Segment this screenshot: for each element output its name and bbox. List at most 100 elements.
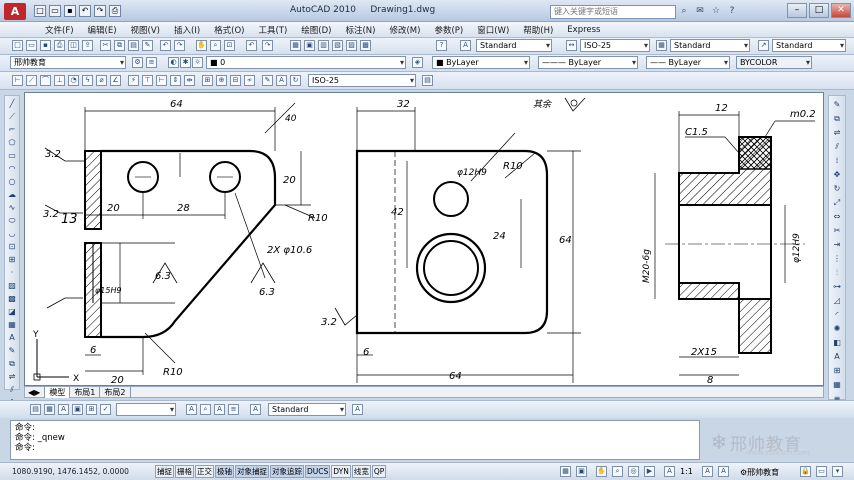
- attribute-icon[interactable]: ▤: [30, 404, 41, 415]
- save-icon[interactable]: ▪: [64, 5, 76, 17]
- new-icon[interactable]: □: [12, 40, 23, 51]
- new-icon[interactable]: □: [34, 5, 46, 17]
- open-icon[interactable]: ▭: [26, 40, 37, 51]
- line-icon[interactable]: ╱: [6, 98, 18, 109]
- copy-icon[interactable]: ⧉: [831, 113, 843, 124]
- text-style-manager-icon[interactable]: A: [352, 404, 363, 415]
- toggle-osnap[interactable]: 对象捕捉: [235, 465, 269, 478]
- lineweight-select[interactable]: —— ByLayer: [646, 56, 730, 69]
- radius-icon[interactable]: ◔: [68, 75, 79, 86]
- menu-help[interactable]: 帮助(H): [516, 24, 560, 36]
- scale-icon[interactable]: ⤢: [831, 197, 843, 208]
- dim-style-select-2[interactable]: ISO-25: [308, 74, 416, 87]
- help-icon[interactable]: ?: [726, 5, 738, 17]
- copy-icon[interactable]: ⧉: [6, 358, 18, 369]
- toggle-qp[interactable]: QP: [371, 465, 387, 478]
- aligned-dim-icon[interactable]: ⟋: [26, 75, 37, 86]
- insert-block-icon[interactable]: ⊡: [6, 241, 18, 252]
- offset-icon[interactable]: ⫽: [831, 141, 843, 152]
- tool-palettes-icon[interactable]: ▥: [318, 40, 329, 51]
- toggle-snap[interactable]: 捕捉: [155, 465, 174, 478]
- horizontal-scrollbar[interactable]: [24, 386, 824, 398]
- help-icon[interactable]: ?: [436, 40, 447, 51]
- zoom-realtime-icon[interactable]: ⌕: [210, 40, 221, 51]
- jogged-icon[interactable]: ϟ: [82, 75, 93, 86]
- explode-icon[interactable]: ✺: [831, 323, 843, 334]
- dim-break-icon[interactable]: ⇹: [184, 75, 195, 86]
- copy-icon[interactable]: ⧉: [114, 40, 125, 51]
- toggle-otrack[interactable]: 对象追踪: [270, 465, 304, 478]
- dim-update-icon[interactable]: ↻: [290, 75, 301, 86]
- markup-icon[interactable]: ▨: [346, 40, 357, 51]
- toggle-ducs[interactable]: DUCS: [305, 465, 331, 478]
- block-editor-icon[interactable]: ▦: [44, 404, 55, 415]
- toggle-dyn[interactable]: DYN: [331, 465, 351, 478]
- text-style-icon[interactable]: A: [250, 404, 261, 415]
- toggle-polar[interactable]: 极轴: [215, 465, 234, 478]
- annotation-scale[interactable]: 1:1: [680, 467, 693, 476]
- dim-text-edit-icon[interactable]: A: [276, 75, 287, 86]
- mtext-icon[interactable]: A: [6, 332, 18, 343]
- table-style-icon[interactable]: ▦: [656, 40, 667, 51]
- arc-length-icon[interactable]: ⌒: [40, 75, 51, 86]
- quickcalc-icon[interactable]: ▩: [360, 40, 371, 51]
- offset-icon[interactable]: ⫽: [6, 384, 18, 395]
- text-icon[interactable]: A: [831, 351, 843, 362]
- cut-icon[interactable]: ✂: [100, 40, 111, 51]
- coordinate-readout[interactable]: 1080.9190, 1476.1452, 0.0000: [12, 467, 129, 476]
- redo-icon[interactable]: ↷: [262, 40, 273, 51]
- angular-icon[interactable]: ∠: [110, 75, 121, 86]
- dim-style-select[interactable]: ISO-25: [580, 39, 650, 52]
- continue-icon[interactable]: ⊢: [156, 75, 167, 86]
- menu-edit[interactable]: 编辑(E): [81, 24, 124, 36]
- layer-properties-icon[interactable]: ≡: [146, 57, 157, 68]
- properties-icon[interactable]: ▦: [290, 40, 301, 51]
- revision-cloud-icon[interactable]: ☁: [6, 189, 18, 200]
- clean-screen-icon[interactable]: ▭: [816, 466, 827, 477]
- circle-icon[interactable]: ○: [6, 176, 18, 187]
- break-icon[interactable]: ⫶: [831, 267, 843, 278]
- command-window[interactable]: 命令: 命令: _qnew 命令:: [10, 420, 700, 460]
- layer-select[interactable]: ■ 0: [206, 56, 406, 69]
- rectangle-icon[interactable]: ▭: [6, 150, 18, 161]
- sheet-set-icon[interactable]: ▧: [332, 40, 343, 51]
- draw-order-icon[interactable]: ◧: [831, 337, 843, 348]
- search-input[interactable]: 键入关键字或短语: [550, 5, 676, 19]
- menu-modify[interactable]: 修改(M): [382, 24, 427, 36]
- pan-icon[interactable]: ✋: [596, 466, 607, 477]
- redo-icon[interactable]: ↷: [94, 5, 106, 17]
- steering-wheel-icon[interactable]: ◎: [628, 466, 639, 477]
- open-icon[interactable]: ▭: [49, 5, 61, 17]
- xref-icon[interactable]: ⊞: [86, 404, 97, 415]
- fillet-icon[interactable]: ◜: [831, 309, 843, 320]
- match-properties-icon[interactable]: ✎: [142, 40, 153, 51]
- autocad-logo-icon[interactable]: A: [4, 3, 26, 20]
- status-menu-icon[interactable]: ▾: [832, 466, 843, 477]
- hatch-icon[interactable]: ▨: [6, 280, 18, 291]
- tolerance-icon[interactable]: ⊞: [202, 75, 213, 86]
- gradient-icon[interactable]: ▩: [6, 293, 18, 304]
- design-center-icon[interactable]: ▣: [304, 40, 315, 51]
- search-icon[interactable]: ⌕: [678, 5, 690, 17]
- ellipse-arc-icon[interactable]: ◡: [6, 228, 18, 239]
- freeze-icon[interactable]: ☼: [192, 57, 203, 68]
- menu-express[interactable]: Express: [560, 25, 607, 35]
- erase-icon[interactable]: ✎: [6, 345, 18, 356]
- region-icon[interactable]: ◪: [6, 306, 18, 317]
- justify-icon[interactable]: ≡: [228, 404, 239, 415]
- workspace-select[interactable]: 邢帅教育: [10, 56, 126, 69]
- multileader-style-icon[interactable]: ↗: [758, 40, 769, 51]
- dim-edit-icon[interactable]: ✎: [262, 75, 273, 86]
- menu-tools[interactable]: 工具(T): [251, 24, 294, 36]
- save-edit-icon[interactable]: ✓: [100, 404, 111, 415]
- mirror-icon[interactable]: ⇌: [6, 371, 18, 382]
- undo-icon[interactable]: ↶: [246, 40, 257, 51]
- menu-file[interactable]: 文件(F): [38, 24, 81, 36]
- minimize-button[interactable]: –: [787, 3, 807, 18]
- mirror-icon[interactable]: ⇌: [831, 127, 843, 138]
- menu-insert[interactable]: 插入(I): [167, 24, 207, 36]
- workspace-switch[interactable]: ⚙邢帅教育: [740, 467, 779, 478]
- tab-model[interactable]: 模型: [45, 386, 71, 398]
- dim-style-icon[interactable]: ↔: [566, 40, 577, 51]
- trim-icon[interactable]: ✂: [831, 225, 843, 236]
